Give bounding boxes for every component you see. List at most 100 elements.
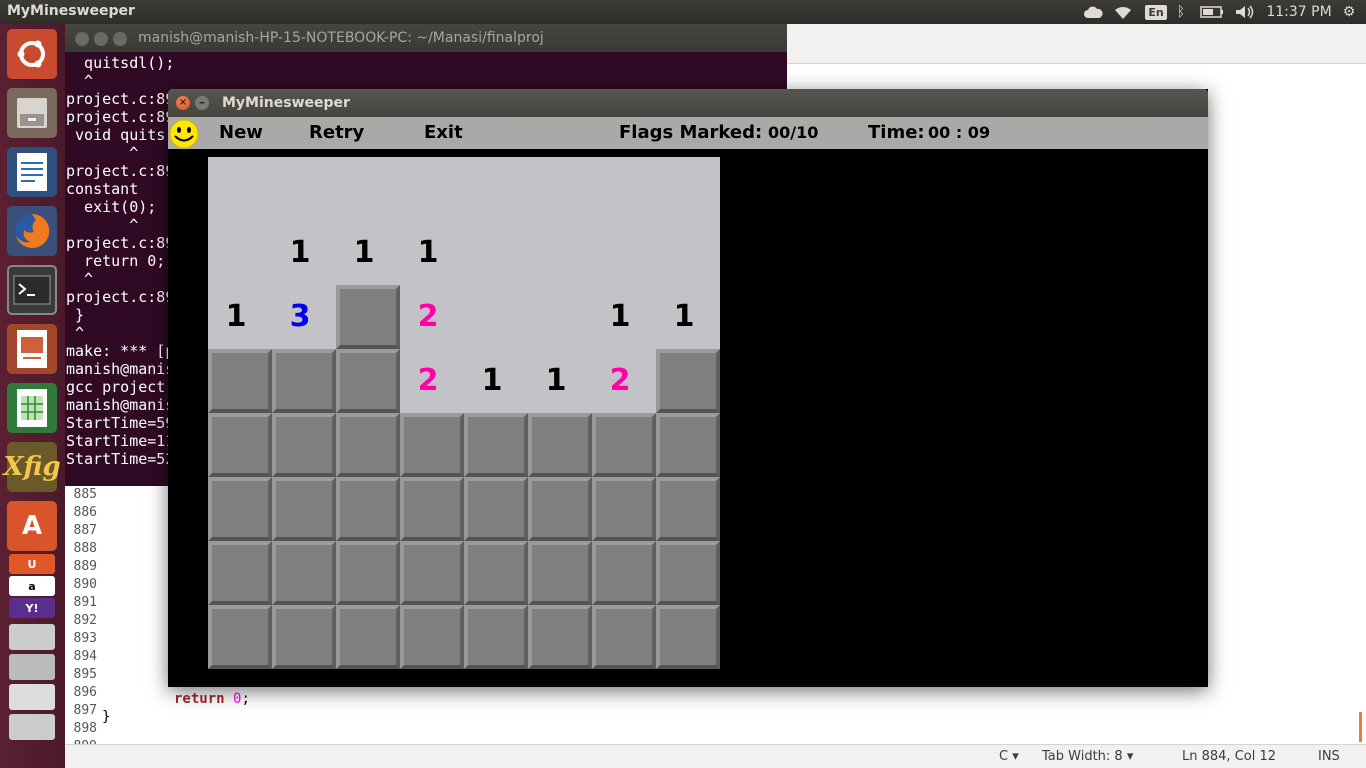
battery-icon[interactable] bbox=[1198, 0, 1226, 24]
number-cell[interactable]: 2 bbox=[400, 285, 464, 349]
empty-cell[interactable] bbox=[528, 285, 592, 349]
empty-cell[interactable] bbox=[656, 221, 720, 285]
empty-cell[interactable] bbox=[208, 221, 272, 285]
unopened-cell[interactable] bbox=[528, 605, 592, 669]
unopened-cell[interactable] bbox=[336, 477, 400, 541]
unopened-cell[interactable] bbox=[656, 477, 720, 541]
cloud-icon[interactable] bbox=[1082, 0, 1104, 24]
new-game-button[interactable]: New bbox=[219, 122, 263, 143]
unopened-cell[interactable] bbox=[656, 413, 720, 477]
number-cell[interactable]: 1 bbox=[592, 285, 656, 349]
unopened-cell[interactable] bbox=[400, 605, 464, 669]
empty-cell[interactable] bbox=[208, 157, 272, 221]
software-center-icon[interactable]: A bbox=[7, 501, 57, 551]
unopened-cell[interactable] bbox=[528, 541, 592, 605]
empty-cell[interactable] bbox=[464, 221, 528, 285]
unopened-cell[interactable] bbox=[464, 477, 528, 541]
empty-cell[interactable] bbox=[656, 157, 720, 221]
unopened-cell[interactable] bbox=[592, 541, 656, 605]
unopened-cell[interactable] bbox=[464, 413, 528, 477]
unopened-cell[interactable] bbox=[464, 605, 528, 669]
unopened-cell[interactable] bbox=[208, 541, 272, 605]
empty-cell[interactable] bbox=[528, 157, 592, 221]
unopened-cell[interactable] bbox=[272, 413, 336, 477]
empty-cell[interactable] bbox=[464, 157, 528, 221]
empty-cell[interactable] bbox=[464, 285, 528, 349]
empty-cell[interactable] bbox=[592, 157, 656, 221]
writer-icon[interactable] bbox=[7, 147, 57, 197]
terminal-minimize-button[interactable] bbox=[94, 32, 108, 46]
number-cell[interactable]: 1 bbox=[656, 285, 720, 349]
unopened-cell[interactable] bbox=[272, 349, 336, 413]
volume-icon[interactable] bbox=[1234, 0, 1256, 24]
retry-button[interactable]: Retry bbox=[309, 122, 364, 143]
ubuntu-one-icon[interactable]: U bbox=[9, 554, 55, 574]
stacked-apps-icon[interactable] bbox=[9, 654, 55, 680]
unopened-cell[interactable] bbox=[336, 605, 400, 669]
unopened-cell[interactable] bbox=[272, 477, 336, 541]
unopened-cell[interactable] bbox=[656, 349, 720, 413]
unopened-cell[interactable] bbox=[336, 285, 400, 349]
close-button[interactable]: × bbox=[176, 96, 190, 110]
scrollbar-thumb[interactable] bbox=[1359, 712, 1362, 742]
unopened-cell[interactable] bbox=[656, 541, 720, 605]
unopened-cell[interactable] bbox=[592, 605, 656, 669]
tab-width-selector[interactable]: Tab Width: 8 ▾ bbox=[1042, 749, 1133, 764]
gear-icon[interactable]: ⚙ bbox=[1338, 0, 1360, 24]
unopened-cell[interactable] bbox=[400, 477, 464, 541]
empty-cell[interactable] bbox=[528, 221, 592, 285]
unopened-cell[interactable] bbox=[464, 541, 528, 605]
unopened-cell[interactable] bbox=[656, 605, 720, 669]
number-cell[interactable]: 1 bbox=[528, 349, 592, 413]
unopened-cell[interactable] bbox=[336, 541, 400, 605]
empty-cell[interactable] bbox=[400, 157, 464, 221]
number-cell[interactable]: 1 bbox=[400, 221, 464, 285]
unopened-cell[interactable] bbox=[528, 477, 592, 541]
trash-icon[interactable] bbox=[9, 714, 55, 740]
unopened-cell[interactable] bbox=[400, 541, 464, 605]
files-icon[interactable] bbox=[7, 88, 57, 138]
xfig-icon[interactable]: Xfig bbox=[3, 442, 61, 492]
terminal-maximize-button[interactable] bbox=[113, 32, 127, 46]
unopened-cell[interactable] bbox=[336, 413, 400, 477]
number-cell[interactable]: 2 bbox=[592, 349, 656, 413]
minesweeper-titlebar[interactable]: × – MyMinesweeper bbox=[168, 89, 1208, 117]
terminal-icon[interactable] bbox=[7, 265, 57, 315]
unopened-cell[interactable] bbox=[208, 605, 272, 669]
empty-cell[interactable] bbox=[336, 157, 400, 221]
amazon-icon[interactable]: a bbox=[9, 576, 55, 596]
unopened-cell[interactable] bbox=[592, 477, 656, 541]
unopened-cell[interactable] bbox=[528, 413, 592, 477]
number-cell[interactable]: 2 bbox=[400, 349, 464, 413]
ubuntu-dash-icon[interactable] bbox=[7, 29, 57, 79]
number-cell[interactable]: 1 bbox=[336, 221, 400, 285]
terminal-titlebar[interactable]: manish@manish-HP-15-NOTEBOOK-PC: ~/Manas… bbox=[65, 24, 787, 52]
minimize-button[interactable]: – bbox=[195, 96, 209, 110]
unopened-cell[interactable] bbox=[272, 605, 336, 669]
unopened-cell[interactable] bbox=[592, 413, 656, 477]
unopened-cell[interactable] bbox=[400, 413, 464, 477]
empty-cell[interactable] bbox=[592, 221, 656, 285]
yahoo-mail-icon[interactable]: Y! bbox=[9, 598, 55, 618]
number-cell[interactable]: 1 bbox=[272, 221, 336, 285]
calc-icon[interactable] bbox=[7, 383, 57, 433]
unopened-cell[interactable] bbox=[208, 413, 272, 477]
code-return-line[interactable]: return 0; bbox=[174, 690, 250, 708]
bluetooth-icon[interactable]: ᛒ bbox=[1172, 0, 1190, 24]
wifi-icon[interactable] bbox=[1112, 0, 1134, 24]
number-cell[interactable]: 1 bbox=[208, 285, 272, 349]
exit-button[interactable]: Exit bbox=[424, 122, 463, 143]
unopened-cell[interactable] bbox=[336, 349, 400, 413]
workspace-switcher-icon[interactable] bbox=[9, 624, 55, 650]
keyboard-layout-indicator[interactable]: En bbox=[1144, 0, 1168, 24]
smiley-face-icon[interactable] bbox=[168, 119, 200, 149]
terminal-close-button[interactable] bbox=[75, 32, 89, 46]
empty-cell[interactable] bbox=[272, 157, 336, 221]
unopened-cell[interactable] bbox=[272, 541, 336, 605]
firefox-icon[interactable] bbox=[7, 206, 57, 256]
number-cell[interactable]: 3 bbox=[272, 285, 336, 349]
drive-icon[interactable] bbox=[9, 684, 55, 710]
number-cell[interactable]: 1 bbox=[464, 349, 528, 413]
unopened-cell[interactable] bbox=[208, 349, 272, 413]
unopened-cell[interactable] bbox=[208, 477, 272, 541]
